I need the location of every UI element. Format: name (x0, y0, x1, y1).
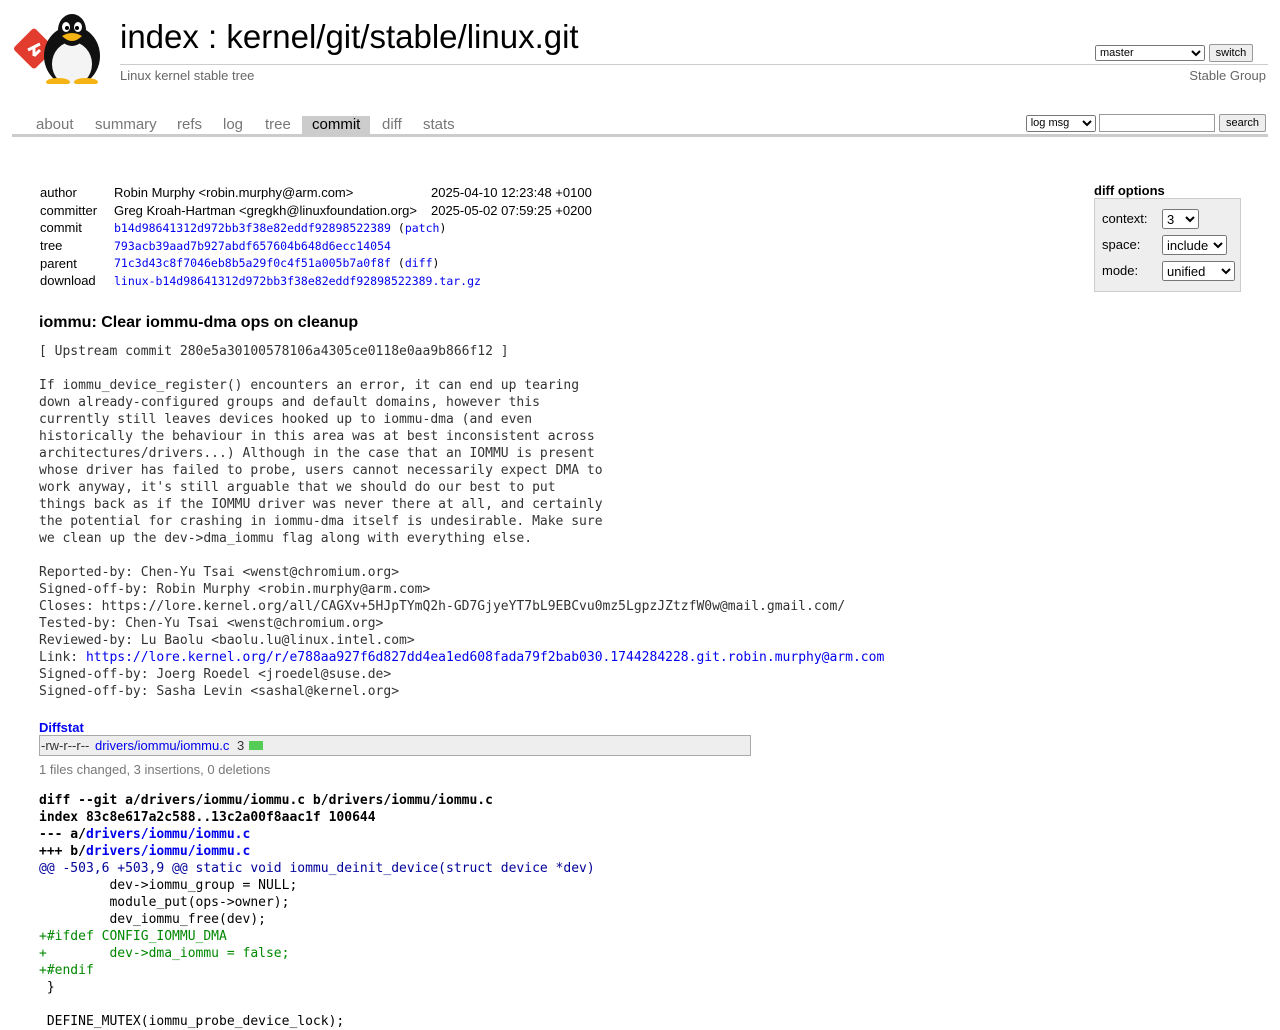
diff-line-added: +#ifdef CONFIG_IOMMU_DMA (39, 929, 227, 944)
parent-diff-link[interactable]: diff (405, 256, 433, 270)
file-mode: -rw-r--r-- (41, 738, 90, 753)
author-date: 2025-04-10 12:23:48 +0100 (430, 185, 592, 201)
diffstat-insert-bar (249, 741, 263, 750)
repo-owner: Stable Group (1189, 68, 1266, 83)
parent-sha-cell: 71c3d43c8f7046eb8b5a29f0c4f51a005b7a0f8f… (114, 256, 440, 271)
context-label: context: (1102, 211, 1148, 226)
commit-subject: iommu: Clear iommu-dma ops on cleanup (39, 314, 359, 331)
parent-sha-link[interactable]: 71c3d43c8f7046eb8b5a29f0c4f51a005b7a0f8f (114, 256, 391, 270)
search-button[interactable]: search (1218, 114, 1266, 132)
diff-line-context: dev->iommu_group = NULL; (39, 878, 298, 893)
search-type-select[interactable]: log msg (1025, 114, 1096, 132)
commit-info-table: author Robin Murphy <robin.murphy@arm.co… (40, 184, 606, 290)
branch-switch-form: master switch (1095, 44, 1254, 62)
commit-message: [ Upstream commit 280e5a30100578106a4305… (39, 343, 884, 700)
context-select[interactable]: 3 (1162, 209, 1199, 229)
diff-hunk-header: @@ -503,6 +503,9 @@ static void iommu_de… (39, 861, 595, 876)
committer-date: 2025-05-02 07:59:25 +0200 (430, 202, 592, 218)
tab-log[interactable]: log (213, 116, 253, 134)
diff-git-line: diff --git a/drivers/iommu/iommu.c b/dri… (39, 793, 493, 808)
tab-tree[interactable]: tree (255, 116, 301, 134)
tab-about[interactable]: about (26, 116, 84, 134)
committer-row: committer Greg Kroah-Hartman <gregkh@lin… (40, 202, 606, 220)
download-label: download (40, 273, 96, 289)
commit-label: commit (40, 220, 82, 236)
tab-stats[interactable]: stats (413, 116, 465, 134)
space-select[interactable]: include (1162, 235, 1227, 255)
diff-line-context: dev_iommu_free(dev); (39, 912, 266, 927)
space-label: space: (1102, 237, 1141, 252)
committer-value: Greg Kroah-Hartman <gregkh@linuxfoundati… (114, 202, 417, 218)
tree-sha-link[interactable]: 793acb39aad7b927abdf657604b648d6ecc14054 (114, 239, 391, 253)
switch-button[interactable]: switch (1208, 44, 1254, 62)
diffstat-header-link[interactable]: Diffstat (39, 720, 84, 735)
diff-line-context: DEFINE_MUTEX(iommu_probe_device_lock); (39, 1014, 345, 1029)
diff-line-added: +#endif (39, 963, 94, 978)
minus-file-link[interactable]: drivers/iommu/iommu.c (86, 827, 250, 842)
diff-options-title: diff options (1094, 183, 1165, 198)
title-separator: : (198, 18, 227, 55)
patch-link[interactable]: patch (405, 221, 440, 235)
diff-line-added: + dev->dma_iommu = false; (39, 946, 290, 961)
commit-message-body: [ Upstream commit 280e5a30100578106a4305… (39, 344, 846, 648)
search-input[interactable] (1099, 114, 1216, 132)
commit-sha-link[interactable]: b14d98641312d972bb3f38e82eddf92898522389 (114, 221, 391, 235)
tab-refs[interactable]: refs (167, 116, 212, 134)
repo-description: Linux kernel stable tree (120, 68, 255, 83)
link-prefix: Link: (39, 650, 86, 665)
minus-prefix: --- a/ (39, 827, 86, 842)
tab-bar-divider (12, 134, 1268, 137)
tree-sha-cell: 793acb39aad7b927abdf657604b648d6ecc14054 (114, 237, 606, 255)
diff-options-panel: context: 3 space: include mode: unified (1094, 198, 1241, 292)
tab-diff[interactable]: diff (372, 116, 412, 134)
plus-file-link[interactable]: drivers/iommu/iommu.c (86, 844, 250, 859)
diff-line-context (39, 996, 595, 1013)
committer-label: committer (40, 202, 98, 218)
diff-minus-line: --- a/drivers/iommu/iommu.c (39, 826, 595, 843)
diff-line-context: } (39, 980, 55, 995)
commit-message-tail: Signed-off-by: Joerg Roedel <jroedel@sus… (39, 667, 400, 699)
mode-label: mode: (1102, 263, 1139, 278)
plus-prefix: +++ b/ (39, 844, 86, 859)
diffstat-summary: 1 files changed, 3 insertions, 0 deletio… (39, 762, 271, 777)
parent-label: parent (40, 255, 77, 271)
diff-index-line: index 83c8e617a2c588..13c2a00f8aac1f 100… (39, 810, 376, 825)
search-form: log msg search (1025, 114, 1266, 132)
repo-link[interactable]: kernel/git/stable/linux.git (226, 18, 578, 55)
mode-select[interactable]: unified (1162, 261, 1235, 281)
diffstat-table: -rw-r--r-- drivers/iommu/iommu.c 3 (39, 735, 751, 756)
diffstat-file-link[interactable]: drivers/iommu/iommu.c (95, 738, 229, 753)
lore-link[interactable]: https://lore.kernel.org/r/e788aa927f6d82… (86, 650, 884, 665)
author-value: Robin Murphy <robin.murphy@arm.com> (114, 185, 354, 201)
author-label: author (40, 185, 77, 201)
download-row: download linux-b14d98641312d972bb3f38e82… (40, 272, 606, 290)
commit-sha-cell: b14d98641312d972bb3f38e82eddf92898522389… (114, 220, 447, 235)
tab-summary[interactable]: summary (85, 116, 167, 134)
page-title: index : kernel/git/stable/linux.git (120, 18, 579, 56)
header-divider (120, 64, 1268, 65)
author-row: author Robin Murphy <robin.murphy@arm.co… (40, 184, 606, 202)
tree-label: tree (40, 238, 63, 254)
diff-line-context: module_put(ops->owner); (39, 895, 290, 910)
branch-select[interactable]: master (1095, 45, 1205, 61)
diff-view: diff --git a/drivers/iommu/iommu.c b/dri… (39, 792, 595, 1030)
diffstat-count: 3 (237, 738, 245, 753)
index-link[interactable]: index (120, 18, 199, 55)
diff-lines: dev->iommu_group = NULL; module_put(ops-… (39, 877, 595, 1030)
tab-commit[interactable]: commit (302, 116, 371, 134)
tree-row: tree 793acb39aad7b927abdf657604b648d6ecc… (40, 237, 606, 255)
commit-row: commit b14d98641312d972bb3f38e82eddf9289… (40, 219, 606, 237)
download-link[interactable]: linux-b14d98641312d972bb3f38e82eddf92898… (114, 274, 481, 288)
download-cell: linux-b14d98641312d972bb3f38e82eddf92898… (114, 272, 606, 290)
parent-row: parent 71c3d43c8f7046eb8b5a29f0c4f51a005… (40, 254, 606, 272)
diff-plus-line: +++ b/drivers/iommu/iommu.c (39, 843, 595, 860)
cgit-penguin-logo-icon[interactable] (14, 12, 110, 84)
